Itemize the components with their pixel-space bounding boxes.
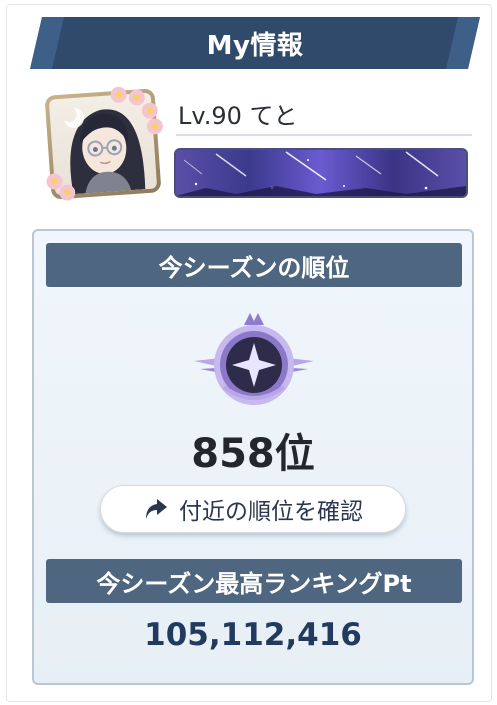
flower-decoration-icon <box>58 184 76 202</box>
name-divider <box>176 134 472 136</box>
season-rank-panel: 今シーズンの順位 858位 付近の順位を確認 今シーズン最高ランキングPt 10… <box>32 229 474 685</box>
check-nearby-rank-button[interactable]: 付近の順位を確認 <box>100 485 406 533</box>
season-rank-heading: 今シーズンの順位 <box>46 243 462 287</box>
title-plate[interactable] <box>174 148 468 198</box>
season-best-heading: 今シーズン最高ランキングPt <box>46 559 462 603</box>
my-info-header: My情報 <box>30 17 480 69</box>
flower-decoration-icon <box>146 117 164 135</box>
shooting-stars-plate-icon <box>176 151 466 196</box>
check-nearby-rank-label: 付近の順位を確認 <box>179 499 363 525</box>
rank-emblem-icon <box>194 313 314 405</box>
share-arrow-icon <box>146 499 167 519</box>
player-avatar-icon[interactable] <box>40 84 166 204</box>
season-rank-value: 858位 <box>191 431 315 477</box>
season-best-points: 105,112,416 <box>144 617 362 653</box>
header-title: My情報 <box>206 30 304 61</box>
player-level-name: Lv.90 てと <box>178 102 298 130</box>
